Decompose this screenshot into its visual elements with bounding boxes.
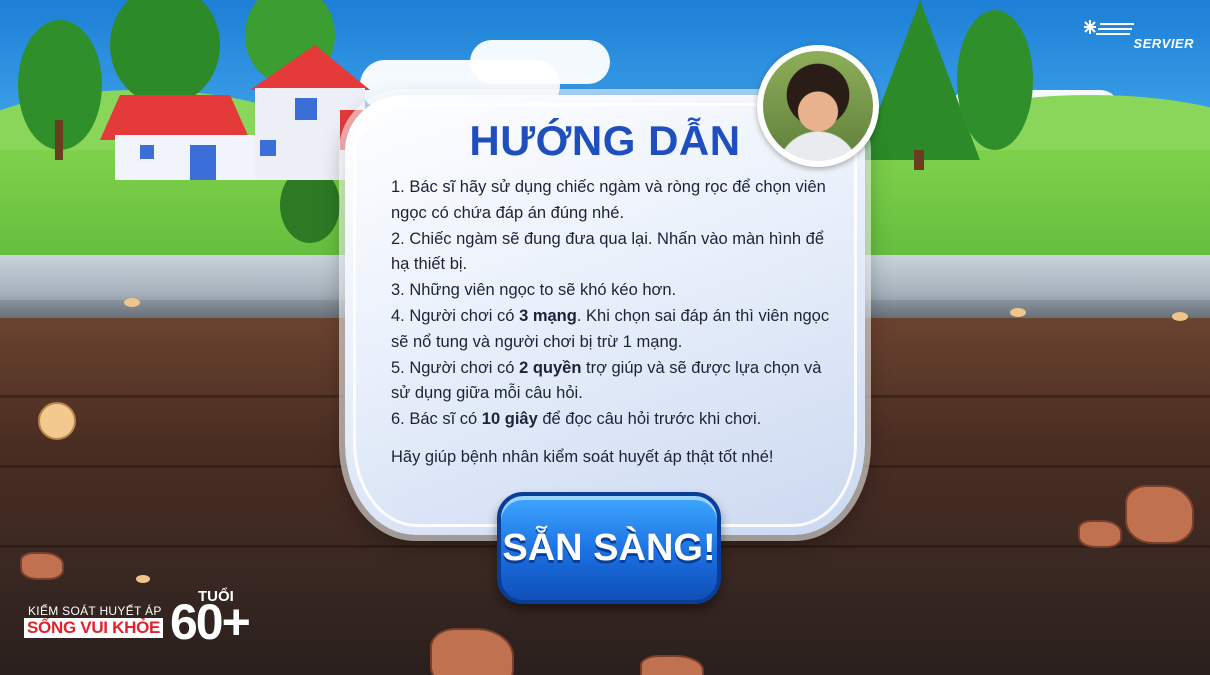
- pebble: [1010, 308, 1026, 317]
- ready-button-label: SẴN SÀNG!: [502, 526, 716, 569]
- rock: [1125, 485, 1194, 544]
- servier-mark-icon: [1084, 20, 1134, 35]
- pebble: [1172, 312, 1188, 321]
- game-scene[interactable]: HƯỚNG DẪN 1. Bác sĩ hãy sử dụng chiếc ng…: [0, 0, 1210, 675]
- pebble: [124, 298, 140, 307]
- closing-message: Hãy giúp bệnh nhân kiểm soát huyết áp th…: [391, 447, 774, 466]
- servier-wordmark: SERVIER: [1133, 36, 1194, 51]
- rule-item: 3. Những viên ngọc to sẽ khó kéo hơn.: [391, 281, 677, 300]
- rock: [20, 552, 64, 580]
- avatar-photo: [763, 51, 873, 161]
- rock: [430, 628, 514, 675]
- instructions-panel: HƯỚNG DẪN 1. Bác sĩ hãy sử dụng chiếc ng…: [345, 95, 865, 535]
- servier-logo: SERVIER: [1074, 18, 1194, 58]
- ready-button[interactable]: SẴN SÀNG!: [497, 492, 721, 604]
- rock: [640, 655, 704, 675]
- rules-list: 1. Bác sĩ hãy sử dụng chiếc ngàm và ròng…: [391, 175, 831, 471]
- fossil-shell-icon: [38, 402, 76, 440]
- rule-item: 5. Người chơi có 2 quyền trợ giúp và sẽ …: [391, 358, 822, 403]
- rule-item: 4. Người chơi có 3 mạng. Khi chọn sai đá…: [391, 306, 830, 351]
- pebble: [136, 575, 150, 583]
- brand-tuoi: TUỔI: [198, 588, 234, 605]
- brand-line-2: SỐNG VUI KHỎE: [24, 618, 164, 638]
- rule-item: 6. Bác sĩ có 10 giây để đọc câu hỏi trướ…: [391, 410, 762, 429]
- brand-line-1: KIỂM SOÁT HUYẾT ÁP: [28, 604, 162, 618]
- rule-item: 2. Chiếc ngàm sẽ đung đưa qua lại. Nhấn …: [391, 229, 824, 274]
- rule-item: 1. Bác sĩ hãy sử dụng chiếc ngàm và ròng…: [391, 178, 826, 222]
- rock: [1078, 520, 1122, 548]
- campaign-brand: KIỂM SOÁT HUYẾT ÁP SỐNG VUI KHỎE 60+ TUỔ…: [22, 588, 272, 658]
- patient-avatar: [757, 45, 879, 167]
